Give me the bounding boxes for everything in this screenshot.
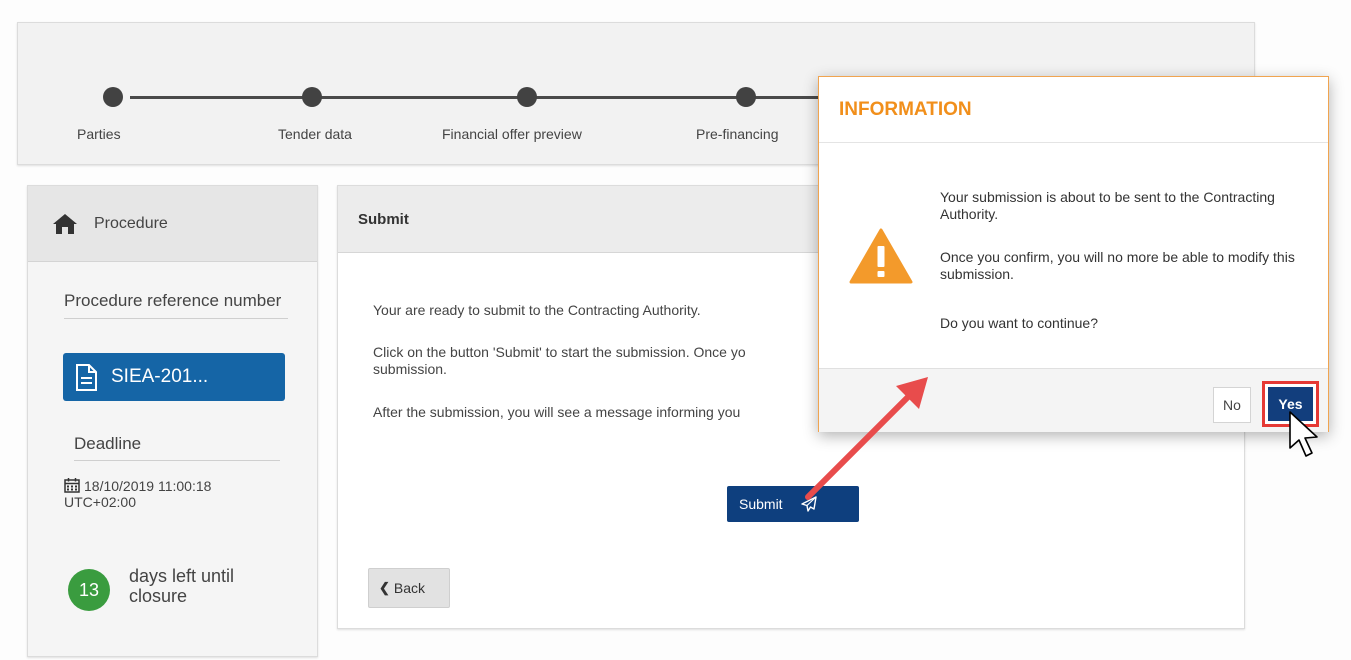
submit-instructions-line1: Click on the button 'Submit' to start th… [373, 344, 746, 360]
step-dot-parties[interactable] [103, 87, 123, 107]
step-dot-financial-offer[interactable] [517, 87, 537, 107]
yes-button[interactable]: Yes [1268, 387, 1313, 421]
yes-button-highlight[interactable]: Yes [1262, 381, 1319, 427]
step-dot-tender-data[interactable] [302, 87, 322, 107]
warning-icon [849, 228, 913, 284]
step-label-tender-data[interactable]: Tender data [278, 126, 352, 142]
modal-footer: No Yes [819, 368, 1328, 432]
modal-message-3: Do you want to continue? [940, 315, 1098, 331]
no-button[interactable]: No [1213, 387, 1251, 423]
deadline-label: Deadline [74, 434, 280, 461]
submit-button-label: Submit [739, 496, 783, 512]
calendar-icon [64, 478, 80, 493]
procedure-reference-label: Procedure reference number [64, 290, 288, 319]
paper-plane-icon [800, 496, 817, 512]
days-left-badge: 13 [68, 569, 110, 611]
modal-title: INFORMATION [819, 77, 1328, 143]
document-icon [76, 363, 97, 391]
step-label-pre-financing[interactable]: Pre-financing [696, 126, 779, 142]
deadline-value: 18/10/2019 11:00:18 UTC+02:00 [64, 477, 211, 510]
submit-button[interactable]: Submit [727, 486, 859, 522]
step-label-financial-offer[interactable]: Financial offer preview [442, 126, 582, 142]
home-icon [53, 213, 77, 234]
information-modal: INFORMATION Your submission is about to … [818, 76, 1329, 432]
modal-message-2: Once you confirm, you will no more be ab… [940, 249, 1295, 282]
deadline-date: 18/10/2019 11:00:18 [84, 478, 212, 494]
deadline-timezone: UTC+02:00 [64, 494, 136, 510]
step-dot-pre-financing[interactable] [736, 87, 756, 107]
back-button[interactable]: ❮ Back [368, 568, 450, 608]
procedure-header: Procedure [28, 186, 317, 262]
modal-message-1: Your submission is about to be sent to t… [940, 189, 1275, 222]
step-label-parties[interactable]: Parties [77, 126, 121, 142]
procedure-header-label: Procedure [94, 214, 168, 232]
back-button-label: Back [393, 580, 426, 596]
days-left-text: days left until closure [129, 566, 235, 606]
procedure-reference-button[interactable]: SIEA-201... [63, 353, 285, 401]
procedure-panel: Procedure Procedure reference number SIE… [27, 185, 318, 657]
submit-instructions-line2: submission. [373, 361, 447, 377]
modal-body: Your submission is about to be sent to t… [819, 143, 1328, 367]
procedure-reference-value: SIEA-201... [111, 366, 209, 387]
chevron-left-icon: ❮ [379, 580, 390, 595]
